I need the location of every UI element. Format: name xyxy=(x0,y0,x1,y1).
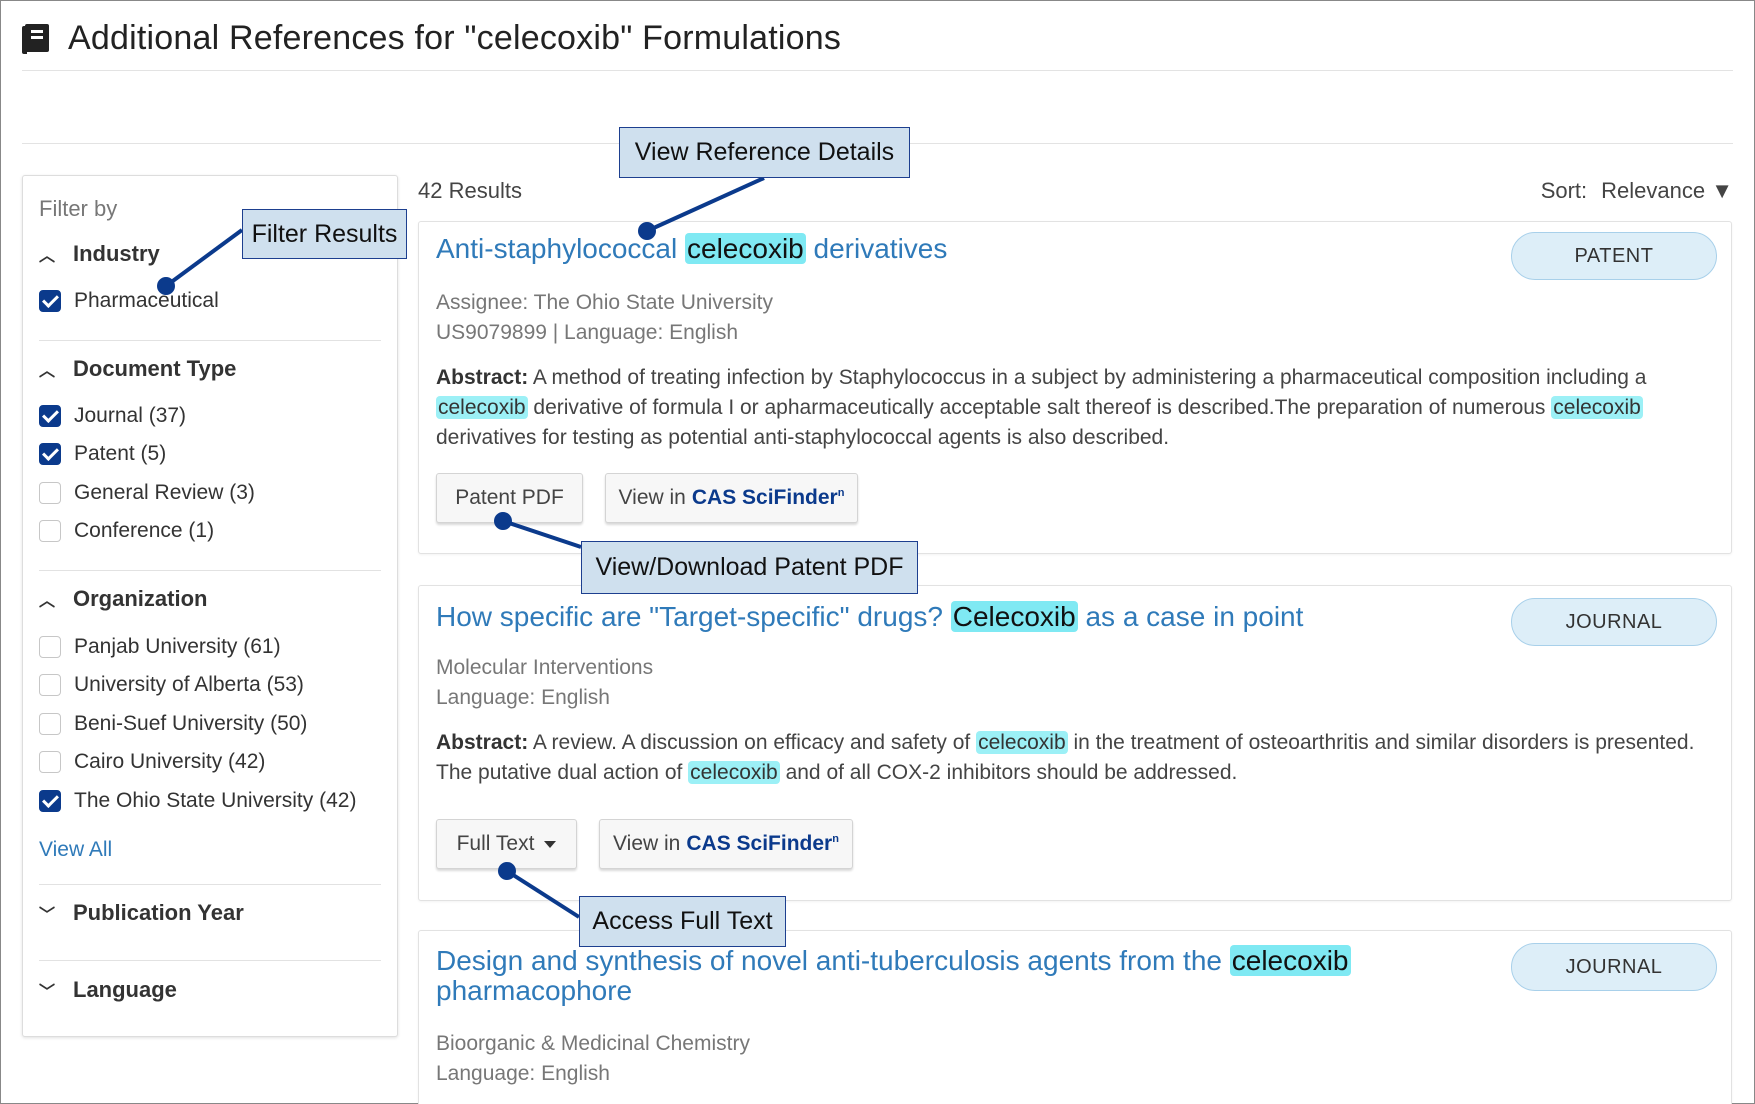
checkbox[interactable] xyxy=(39,443,61,465)
checkbox[interactable] xyxy=(39,405,61,427)
page-title: Additional References for "celecoxib" Fo… xyxy=(68,18,842,57)
filter-option-patent[interactable]: Patent (5) xyxy=(39,442,166,466)
view-all-link[interactable]: View All xyxy=(39,838,112,862)
callout-access-full-text: Access Full Text xyxy=(579,896,786,947)
checkbox[interactable] xyxy=(39,674,61,696)
checkbox[interactable] xyxy=(39,520,61,542)
divider xyxy=(22,70,1733,71)
results-count: 42 Results xyxy=(418,178,522,203)
filter-group-organization[interactable]: ︿ Organization xyxy=(39,586,207,612)
filter-option-general-review[interactable]: General Review (3) xyxy=(39,481,255,505)
filter-group-publication-year[interactable]: ﹀ Publication Year xyxy=(39,900,244,926)
journal-name: Molecular Interventions xyxy=(436,656,654,679)
filter-group-document-type[interactable]: ︿ Document Type xyxy=(39,356,236,382)
filter-sidebar: Filter by ︿ Industry Pharmaceutical ︿ Do… xyxy=(22,175,398,1037)
patent-number-language: US9079899 | Language: English xyxy=(436,321,739,344)
result-card: Design and synthesis of novel anti-tuber… xyxy=(418,930,1732,1104)
callout-view-reference-details: View Reference Details xyxy=(619,127,910,178)
patent-pdf-button[interactable]: Patent PDF xyxy=(436,473,583,523)
checkbox[interactable] xyxy=(39,713,61,735)
search-term-highlight: celecoxib xyxy=(685,233,806,264)
full-text-dropdown-button[interactable]: Full Text xyxy=(436,819,577,869)
checkbox[interactable] xyxy=(39,636,61,658)
result-title-link[interactable]: How specific are "Target-specific" drugs… xyxy=(436,601,1303,632)
book-icon xyxy=(22,22,50,54)
doc-type-badge: JOURNAL xyxy=(1511,598,1717,646)
divider xyxy=(39,340,381,341)
callout-filter-results: Filter Results xyxy=(242,209,407,259)
search-term-highlight: Celecoxib xyxy=(950,601,1078,632)
checkbox[interactable] xyxy=(39,482,61,504)
filter-option-conference[interactable]: Conference (1) xyxy=(39,519,214,543)
abstract: Abstract: A method of treating infection… xyxy=(436,366,1647,449)
callout-view-download-pdf: View/Download Patent PDF xyxy=(581,541,918,594)
view-in-scifinder-button[interactable]: View in CAS SciFindern xyxy=(605,473,858,523)
filter-option-cairo-university[interactable]: Cairo University (42) xyxy=(39,750,265,774)
filter-option-university-of-alberta[interactable]: University of Alberta (53) xyxy=(39,673,304,697)
filter-group-industry[interactable]: ︿ Industry xyxy=(39,241,160,267)
doc-type-badge: JOURNAL xyxy=(1511,943,1717,991)
checkbox[interactable] xyxy=(39,290,61,312)
chevron-up-icon: ︿ xyxy=(39,593,56,610)
result-card: How specific are "Target-specific" drugs… xyxy=(418,585,1732,901)
checkbox[interactable] xyxy=(39,751,61,773)
filter-option-pharmaceutical[interactable]: Pharmaceutical xyxy=(39,289,219,313)
journal-name: Bioorganic & Medicinal Chemistry xyxy=(436,1032,750,1055)
filter-option-ohio-state-university[interactable]: The Ohio State University (42) xyxy=(39,789,356,813)
checkbox[interactable] xyxy=(39,790,61,812)
sort-label: Sort: xyxy=(1540,178,1588,203)
chevron-down-icon: ﹀ xyxy=(39,907,56,924)
chevron-up-icon: ︿ xyxy=(39,363,56,380)
language: Language: English xyxy=(436,686,610,709)
chevron-up-icon: ︿ xyxy=(39,248,56,265)
view-in-scifinder-button[interactable]: View in CAS SciFindern xyxy=(599,819,853,869)
divider xyxy=(39,884,381,885)
page-header: Additional References for "celecoxib" Fo… xyxy=(22,12,841,64)
result-title-link[interactable]: Anti-staphylococcal celecoxib derivative… xyxy=(436,233,947,264)
divider xyxy=(39,570,381,571)
assignee: Assignee: The Ohio State University xyxy=(436,291,773,314)
doc-type-badge: PATENT xyxy=(1511,232,1717,280)
filter-by-label: Filter by xyxy=(39,196,118,221)
divider xyxy=(39,960,381,961)
search-term-highlight: celecoxib xyxy=(1229,945,1351,976)
sort-dropdown[interactable]: Relevance ▼ xyxy=(1601,178,1733,203)
chevron-down-icon: ﹀ xyxy=(39,984,56,1001)
language: Language: English xyxy=(436,1062,610,1085)
sort-control[interactable]: Sort: Relevance ▼ xyxy=(1541,178,1733,204)
filter-group-language[interactable]: ﹀ Language xyxy=(39,977,177,1003)
result-title-link[interactable]: Design and synthesis of novel anti-tuber… xyxy=(436,945,1436,1006)
abstract: Abstract: A review. A discussion on effi… xyxy=(436,731,1695,784)
filter-option-beni-suef-university[interactable]: Beni-Suef University (50) xyxy=(39,712,307,736)
result-card: Anti-staphylococcal celecoxib derivative… xyxy=(418,221,1732,554)
filter-option-panjab-university[interactable]: Panjab University (61) xyxy=(39,635,281,659)
filter-option-journal[interactable]: Journal (37) xyxy=(39,404,186,428)
caret-down-icon xyxy=(544,840,557,848)
